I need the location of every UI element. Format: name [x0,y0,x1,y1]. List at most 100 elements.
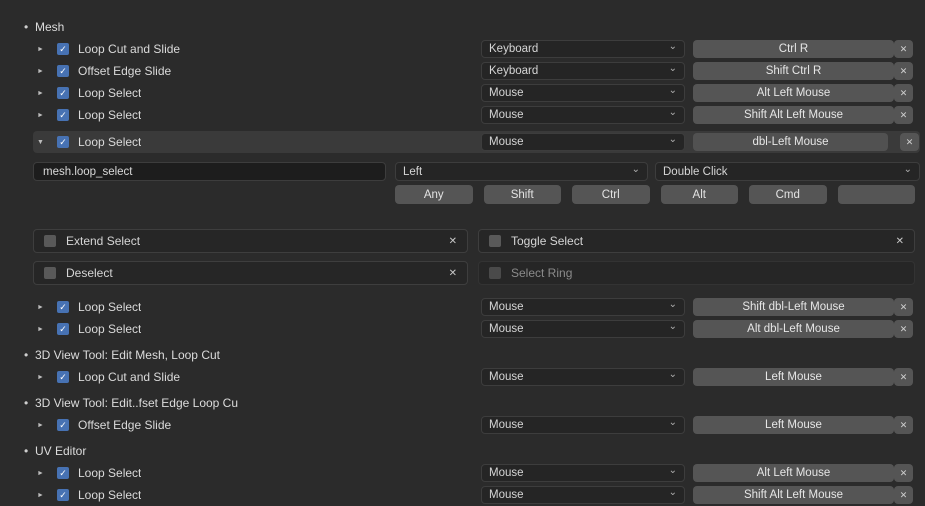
option-checkbox[interactable] [44,235,56,247]
keymap-row: ► ✓ Loop Select Mouse ⌄ Alt Left Mouse ✕ [33,462,920,484]
map-type-dropdown[interactable]: Mouse ⌄ [481,106,685,124]
map-type-dropdown[interactable]: Mouse ⌄ [481,320,685,338]
bullet-icon: • [24,444,35,458]
map-type-value: Mouse [489,87,669,99]
expand-arrow-icon[interactable]: ► [37,326,52,333]
remove-keymap-button[interactable]: ✕ [894,40,913,58]
active-checkbox[interactable]: ✓ [57,109,69,121]
keymap-row-left: ► ✓ Loop Cut and Slide [33,370,481,384]
chevron-down-icon: ⌄ [669,418,677,428]
keymap-row-left: ▼ ✓ Loop Select [33,135,481,149]
modifier-cmd-button[interactable]: Cmd [749,185,827,204]
clear-option-icon[interactable]: ✕ [896,236,904,247]
keymap-row: ► ✓ Offset Edge Slide Mouse ⌄ Left Mouse… [33,414,920,436]
key-binding-button[interactable]: Left Mouse [693,368,894,386]
key-binding-button[interactable]: Alt dbl-Left Mouse [693,320,894,338]
event-value: Double Click [663,166,904,178]
remove-keymap-button[interactable]: ✕ [894,84,913,102]
active-checkbox[interactable]: ✓ [57,301,69,313]
map-type-dropdown[interactable]: Mouse ⌄ [481,368,685,386]
remove-keymap-button[interactable]: ✕ [894,486,913,504]
keymap-item-label: Loop Cut and Slide [78,42,180,56]
category-header-uv-editor[interactable]: • UV Editor [24,440,925,462]
event-value-dropdown[interactable]: Double Click ⌄ [655,162,920,181]
active-checkbox[interactable]: ✓ [57,87,69,99]
expand-arrow-icon[interactable]: ► [37,422,52,429]
option-toggle-select: Toggle Select ✕ [478,229,915,253]
key-binding-button[interactable]: Left Mouse [693,416,894,434]
remove-keymap-button[interactable]: ✕ [894,416,913,434]
chevron-down-icon: ⌄ [669,466,677,476]
bullet-icon: • [24,348,35,362]
map-type-dropdown[interactable]: Mouse ⌄ [481,133,685,151]
map-type-dropdown[interactable]: Mouse ⌄ [481,486,685,504]
active-checkbox[interactable]: ✓ [57,323,69,335]
option-checkbox[interactable] [44,267,56,279]
expand-arrow-icon[interactable]: ► [37,112,52,119]
expand-arrow-icon[interactable]: ► [37,492,52,499]
key-binding-button[interactable]: Shift dbl-Left Mouse [693,298,894,316]
map-type-dropdown[interactable]: Mouse ⌄ [481,84,685,102]
active-checkbox[interactable]: ✓ [57,43,69,55]
modifier-any-button[interactable]: Any [395,185,473,204]
map-type-dropdown[interactable]: Mouse ⌄ [481,464,685,482]
chevron-down-icon: ⌄ [669,108,677,118]
expand-arrow-icon[interactable]: ► [37,470,52,477]
key-binding-button[interactable]: Shift Alt Left Mouse [693,486,894,504]
category-header-mesh[interactable]: • Mesh [24,16,925,38]
active-checkbox[interactable]: ✓ [57,136,69,148]
remove-keymap-button[interactable]: ✕ [894,320,913,338]
active-checkbox[interactable]: ✓ [57,467,69,479]
keymap-row-left: ► ✓ Loop Select [33,466,481,480]
modifier-ctrl-button[interactable]: Ctrl [572,185,650,204]
category-header-tool-loop-cut[interactable]: • 3D View Tool: Edit Mesh, Loop Cut [24,344,925,366]
expand-arrow-icon[interactable]: ► [37,46,52,53]
remove-keymap-button[interactable]: ✕ [894,298,913,316]
remove-keymap-button[interactable]: ✕ [894,368,913,386]
keymap-row: ► ✓ Loop Cut and Slide Keyboard ⌄ Ctrl R… [33,38,920,60]
keymap-row: ► ✓ Loop Select Mouse ⌄ Shift Alt Left M… [33,484,920,506]
keymap-row: ► ✓ Loop Select Mouse ⌄ Alt Left Mouse ✕ [33,82,920,104]
modifier-blank-button[interactable] [838,185,916,204]
category-header-tool-offset-edge[interactable]: • 3D View Tool: Edit..fset Edge Loop Cu [24,392,925,414]
key-binding-button[interactable]: Ctrl R [693,40,894,58]
expand-arrow-icon[interactable]: ► [37,68,52,75]
expand-arrow-icon[interactable]: ► [37,90,52,97]
keymap-row-left: ► ✓ Offset Edge Slide [33,418,481,432]
map-type-value: Mouse [489,136,669,148]
keymap-row-left: ► ✓ Loop Select [33,488,481,502]
modifier-shift-button[interactable]: Shift [484,185,562,204]
remove-keymap-button[interactable]: ✕ [900,133,919,151]
expand-arrow-icon[interactable]: ► [37,304,52,311]
keymap-item-label: Loop Select [78,488,141,502]
modifier-alt-button[interactable]: Alt [661,185,739,204]
bullet-icon: • [24,20,35,34]
option-checkbox[interactable] [489,235,501,247]
remove-keymap-button[interactable]: ✕ [894,106,913,124]
map-type-dropdown[interactable]: Mouse ⌄ [481,298,685,316]
operator-id-input[interactable] [33,162,386,181]
modifier-button-row: Any Shift Ctrl Alt Cmd [395,185,915,204]
collapse-arrow-icon[interactable]: ▼ [37,139,52,146]
map-type-dropdown[interactable]: Keyboard ⌄ [481,62,685,80]
active-checkbox[interactable]: ✓ [57,489,69,501]
map-type-value: Mouse [489,371,669,383]
map-type-dropdown[interactable]: Keyboard ⌄ [481,40,685,58]
key-type-dropdown[interactable]: Left ⌄ [395,162,648,181]
clear-option-icon[interactable]: ✕ [449,268,457,279]
active-checkbox[interactable]: ✓ [57,371,69,383]
active-checkbox[interactable]: ✓ [57,419,69,431]
expand-arrow-icon[interactable]: ► [37,374,52,381]
remove-keymap-button[interactable]: ✕ [894,62,913,80]
option-label: Extend Select [66,234,449,248]
chevron-down-icon: ⌄ [904,165,912,175]
key-binding-button[interactable]: dbl-Left Mouse [693,133,888,151]
clear-option-icon[interactable]: ✕ [449,236,457,247]
key-binding-button[interactable]: Alt Left Mouse [693,84,894,102]
key-binding-button[interactable]: Shift Alt Left Mouse [693,106,894,124]
key-binding-button[interactable]: Alt Left Mouse [693,464,894,482]
remove-keymap-button[interactable]: ✕ [894,464,913,482]
key-binding-button[interactable]: Shift Ctrl R [693,62,894,80]
active-checkbox[interactable]: ✓ [57,65,69,77]
map-type-dropdown[interactable]: Mouse ⌄ [481,416,685,434]
